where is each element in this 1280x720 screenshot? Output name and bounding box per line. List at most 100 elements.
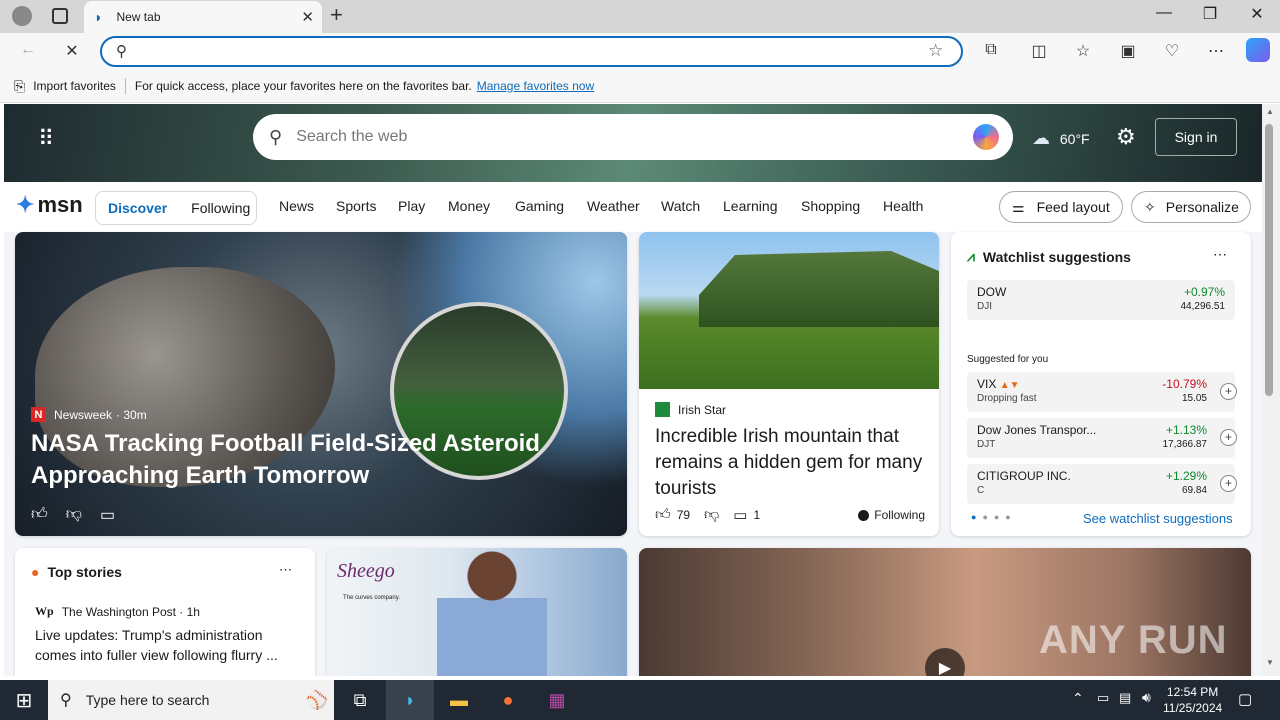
thumbs-up-icon[interactable]: 👍︎	[655, 506, 671, 524]
stock-price: 17,366.87	[1162, 439, 1208, 450]
more-menu-icon[interactable]: ⋯	[1204, 41, 1228, 61]
scrollbar-thumb[interactable]	[1265, 124, 1273, 396]
volume-icon[interactable]: 🔊︎	[1142, 689, 1151, 706]
ad-brand: Sheego	[337, 560, 395, 582]
favorites-icon[interactable]: ☆	[1071, 41, 1095, 61]
scroll-up-icon[interactable]: ▲	[1266, 107, 1274, 116]
nav-weather[interactable]: Weather	[587, 198, 640, 214]
irish-story-card[interactable]: Irish Star Incredible Irish mountain tha…	[639, 232, 939, 536]
story-source: N Newsweek · 30m	[31, 407, 147, 422]
sign-in-button[interactable]: Sign in	[1155, 118, 1237, 156]
performance-icon[interactable]: ♡	[1160, 41, 1184, 61]
tab-discover[interactable]: Discover	[108, 200, 167, 216]
split-screen-icon[interactable]: ◫	[1027, 41, 1051, 61]
msn-logo[interactable]: ✦ msn	[16, 192, 83, 218]
network-icon[interactable]: ▤	[1119, 690, 1131, 706]
story-source: Irish Star	[655, 402, 726, 417]
tab-following[interactable]: Following	[191, 200, 250, 216]
add-to-watchlist-icon[interactable]: +	[1220, 475, 1237, 492]
back-icon[interactable]: ←	[16, 41, 40, 59]
web-search-box[interactable]: ⚲ Search the web	[253, 114, 1013, 160]
stock-symbol: C	[977, 485, 985, 496]
settings-gear-icon[interactable]: ⚙	[1116, 124, 1136, 150]
main-story-card[interactable]: N Newsweek · 30m NASA Tracking Football …	[15, 232, 627, 536]
nav-sports[interactable]: Sports	[336, 198, 376, 214]
close-window-button[interactable]: ✕	[1242, 4, 1272, 24]
watchlist-row[interactable]: VIX ▲▼ Dropping fast -10.79% 15.05 +	[967, 372, 1237, 412]
winrar-icon[interactable]: ▦	[533, 680, 581, 720]
nav-play[interactable]: Play	[398, 198, 425, 214]
ad-card[interactable]: Sheego The curves company.	[327, 548, 627, 676]
file-explorer-icon[interactable]: ▬	[435, 680, 483, 720]
play-icon[interactable]: ▶	[925, 648, 965, 676]
story-title[interactable]: Incredible Irish mountain that remains a…	[655, 424, 925, 502]
story-title[interactable]: NASA Tracking Football Field-Sized Aster…	[31, 428, 591, 492]
thumbs-down-icon[interactable]: 👎︎	[66, 505, 82, 525]
weather-widget[interactable]: ☁ 60°F	[1026, 128, 1090, 149]
ad-tagline: The curves company.	[343, 595, 400, 601]
taskbar-search[interactable]: ⚲ Type here to search ⚾	[48, 680, 334, 720]
thumbs-up-icon[interactable]: 👍︎	[31, 505, 48, 525]
cloud-icon: ☁	[1032, 128, 1050, 148]
nav-shopping[interactable]: Shopping	[801, 198, 860, 214]
nav-gaming[interactable]: Gaming	[515, 198, 564, 214]
add-to-watchlist-icon[interactable]: +	[1220, 383, 1237, 400]
address-input[interactable]: ⚲ ☆	[100, 36, 963, 67]
nav-health[interactable]: Health	[883, 198, 923, 214]
see-watchlist-link[interactable]: See watchlist suggestions	[1083, 511, 1233, 526]
stock-name: DOW	[977, 285, 1007, 299]
nav-money[interactable]: Money	[448, 198, 490, 214]
manage-favorites-link[interactable]: Manage favorites now	[477, 79, 594, 93]
tray-chevron-icon[interactable]: ⌃	[1072, 690, 1084, 707]
task-view-icon[interactable]: ⧉	[336, 680, 384, 720]
copilot-icon[interactable]	[1246, 38, 1270, 62]
comment-icon[interactable]: ▭	[733, 506, 747, 524]
collections-icon[interactable]: ▣	[1116, 41, 1140, 61]
story-title[interactable]: Live updates: Trump's administration com…	[35, 625, 299, 665]
profile-icon[interactable]	[12, 6, 32, 26]
favorite-star-icon[interactable]: ☆	[928, 41, 943, 61]
start-button[interactable]: ⊞	[0, 680, 48, 720]
scroll-down-icon[interactable]: ▼	[1266, 658, 1274, 667]
page-scrollbar[interactable]: ▲ ▼	[1262, 104, 1280, 676]
mountain-image	[639, 232, 939, 389]
carousel-dots[interactable]: ●●●●	[971, 512, 1017, 522]
firefox-icon[interactable]: ●	[484, 680, 532, 720]
apps-grid-icon[interactable]: ⠿	[38, 126, 54, 152]
thumbs-down-icon[interactable]: 👎︎	[704, 506, 719, 524]
video-card[interactable]: ▶ ANY RUN	[639, 548, 1251, 676]
watchlist-row[interactable]: DOW DJI +0.97% 44,296.51	[967, 280, 1235, 320]
nav-news[interactable]: News	[279, 198, 314, 214]
msn-nav: ✦ msn Discover Following News Sports Pla…	[4, 182, 1262, 232]
more-options-icon[interactable]: ⋯	[1213, 246, 1227, 263]
more-options-icon[interactable]: ⋯	[279, 562, 292, 578]
import-favorites-button[interactable]: Import favorites	[33, 79, 116, 93]
add-to-watchlist-icon[interactable]: +	[1220, 429, 1237, 446]
flame-icon: ●	[31, 564, 40, 580]
tab-new-tab[interactable]: ◗ New tab ✕	[84, 1, 322, 33]
taskbar-search-placeholder: Type here to search	[85, 692, 210, 708]
tab-close-icon[interactable]: ✕	[301, 8, 314, 26]
following-badge[interactable]: Following	[858, 508, 925, 522]
notifications-icon[interactable]: ▢	[1238, 690, 1252, 708]
stop-loading-icon[interactable]: ✕	[60, 41, 84, 61]
minimize-button[interactable]: —	[1149, 4, 1179, 22]
nav-learning[interactable]: Learning	[723, 198, 778, 214]
tab-actions-icon[interactable]	[52, 8, 68, 24]
nav-watch[interactable]: Watch	[661, 198, 700, 214]
tray-device-icon[interactable]: ▭	[1097, 690, 1109, 706]
watchlist-row[interactable]: CITIGROUP INC. C +1.29% 69.84 +	[967, 464, 1237, 504]
stock-symbol: DJT	[977, 439, 996, 450]
feed-layout-button[interactable]: ⚌ Feed layout	[999, 191, 1123, 223]
import-favorites-icon[interactable]: ⎘	[14, 78, 25, 95]
new-tab-button[interactable]: +	[330, 2, 343, 28]
tab-title: New tab	[116, 10, 161, 24]
taskbar-clock[interactable]: 12:54 PM 11/25/2024	[1163, 684, 1222, 716]
edge-taskbar-icon[interactable]: ◗	[386, 680, 434, 720]
copilot-search-icon[interactable]	[973, 124, 999, 150]
extensions-icon[interactable]: ⧉	[979, 41, 1003, 59]
comment-icon[interactable]: ▭	[100, 505, 115, 525]
personalize-button[interactable]: ✧ Personalize	[1131, 191, 1251, 223]
watchlist-row[interactable]: Dow Jones Transpor... DJT +1.13% 17,366.…	[967, 418, 1237, 458]
restore-button[interactable]: ❐	[1195, 4, 1225, 24]
